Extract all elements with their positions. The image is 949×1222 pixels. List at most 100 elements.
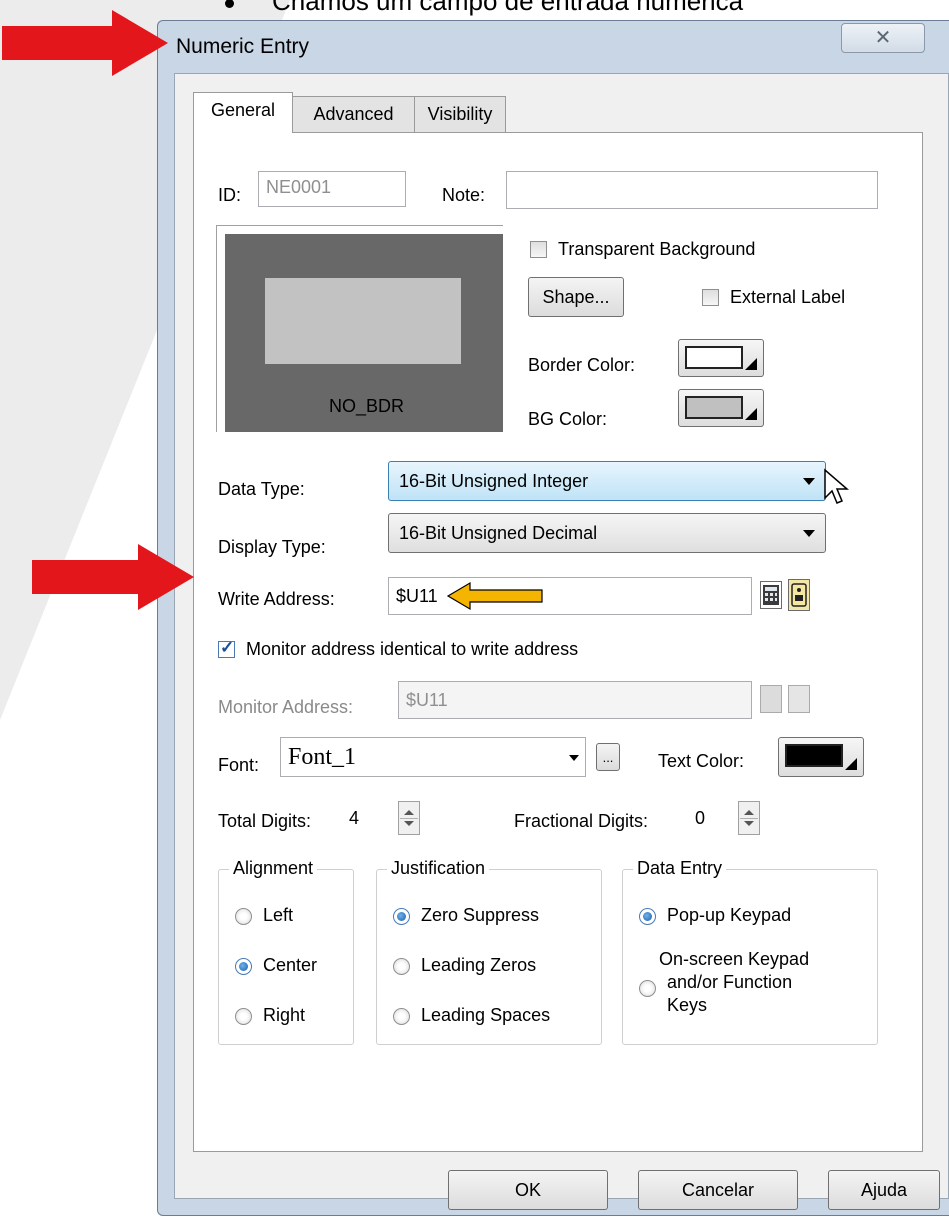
justification-leading-spaces-label: Leading Spaces xyxy=(421,1005,551,1025)
alignment-right-radio[interactable] xyxy=(235,1008,252,1025)
tag-browse-icon-disabled[interactable] xyxy=(788,685,810,713)
tag-browse-icon[interactable] xyxy=(788,579,810,611)
monitor-address-label: Monitor Address: xyxy=(218,697,354,717)
external-label-label: External Label xyxy=(730,287,846,307)
display-type-label: Display Type: xyxy=(218,537,326,557)
title-bar: Numeric Entry ✕ xyxy=(158,21,949,73)
dialog-body: General Advanced Visibility ID: NE0001 N… xyxy=(174,73,949,1210)
preview-label: NO_BDR xyxy=(329,396,405,416)
total-digits-input[interactable]: 4 xyxy=(342,799,392,837)
monitor-identical-label: Monitor address identical to write addre… xyxy=(246,639,579,659)
chevron-down-icon xyxy=(569,755,579,761)
data-type-value: 16-Bit Unsigned Integer xyxy=(399,470,589,491)
justification-title: Justification xyxy=(387,858,490,879)
justification-zero-suppress-label: Zero Suppress xyxy=(421,905,540,925)
alignment-center-radio[interactable] xyxy=(235,958,252,975)
data-entry-title: Data Entry xyxy=(633,858,727,879)
help-button[interactable]: Ajuda xyxy=(828,1170,940,1210)
tab-visibility-label: Visibility xyxy=(427,104,493,124)
dropdown-triangle-icon xyxy=(845,758,857,770)
close-icon: ✕ xyxy=(874,27,892,49)
calculator-icon-disabled[interactable] xyxy=(760,685,782,713)
checkmark-icon: ✓ xyxy=(220,638,235,657)
data-entry-popup-keypad-label: Pop-up Keypad xyxy=(667,905,792,925)
alignment-title: Alignment xyxy=(229,858,318,879)
bg-color-label: BG Color: xyxy=(528,409,608,429)
id-input[interactable]: NE0001 xyxy=(258,171,406,207)
shape-button[interactable]: Shape... xyxy=(528,277,624,317)
border-color-picker[interactable] xyxy=(678,339,764,377)
bg-color-picker[interactable] xyxy=(678,389,764,427)
justification-group: Justification Zero Suppress Leading Zero… xyxy=(376,858,602,1045)
ok-button[interactable]: OK xyxy=(448,1170,608,1210)
preview-numeric-box xyxy=(265,278,461,364)
justification-zero-suppress-radio[interactable] xyxy=(393,908,410,925)
tab-general[interactable]: General xyxy=(193,92,293,133)
tab-general-label: General xyxy=(210,100,276,120)
justification-leading-zeros-radio[interactable] xyxy=(393,958,410,975)
fractional-digits-input[interactable]: 0 xyxy=(688,799,728,837)
justification-leading-spaces-radio[interactable] xyxy=(393,1008,410,1025)
tab-advanced[interactable]: Advanced xyxy=(292,96,415,132)
text-color-swatch xyxy=(785,744,843,767)
write-address-label: Write Address: xyxy=(218,589,335,609)
data-type-label: Data Type: xyxy=(218,479,305,499)
data-entry-onscreen-keypad-label: On-screen Keypad and/or Function Keys xyxy=(659,948,809,1017)
text-color-picker[interactable] xyxy=(778,737,864,777)
red-arrow-title-indicator xyxy=(2,10,168,76)
chevron-down-icon xyxy=(803,478,815,485)
justification-leading-zeros-label: Leading Zeros xyxy=(421,955,537,975)
font-value: Font_1 xyxy=(288,744,357,770)
bg-color-swatch xyxy=(685,396,743,419)
close-button[interactable]: ✕ xyxy=(841,23,925,53)
onscreen-line-2: and/or Function xyxy=(667,972,793,992)
dropdown-triangle-icon xyxy=(745,358,757,370)
write-address-input[interactable]: $U11 xyxy=(388,577,752,615)
preview-frame: NO_BDR xyxy=(216,225,503,432)
monitor-identical-checkbox[interactable]: ✓ xyxy=(218,638,235,658)
dropdown-triangle-icon xyxy=(745,408,757,420)
note-label: Note: xyxy=(442,185,486,205)
external-label-checkbox[interactable] xyxy=(702,289,719,306)
transparent-background-checkbox[interactable] xyxy=(530,241,547,258)
general-tab-panel: ID: NE0001 Note: NO_BDR Transparent Back… xyxy=(193,132,923,1152)
border-color-label: Border Color: xyxy=(528,355,636,375)
font-browse-button[interactable]: ... xyxy=(596,743,620,771)
total-digits-label: Total Digits: xyxy=(218,811,312,831)
dialog-title: Numeric Entry xyxy=(176,35,310,58)
display-type-value: 16-Bit Unsigned Decimal xyxy=(399,522,598,543)
bullet-icon xyxy=(225,0,234,8)
preview-border-area: NO_BDR xyxy=(225,234,503,432)
note-input[interactable] xyxy=(506,171,878,209)
alignment-center-label: Center xyxy=(263,955,318,975)
id-label: ID: xyxy=(218,185,242,205)
mouse-cursor-icon xyxy=(824,468,850,504)
data-entry-popup-keypad-radio[interactable] xyxy=(639,908,656,925)
monitor-address-input[interactable]: $U11 xyxy=(398,681,752,719)
font-select[interactable]: Font_1 xyxy=(280,737,586,777)
numeric-entry-dialog: Numeric Entry ✕ General Advanced Visibil… xyxy=(157,20,949,1216)
fractional-digits-label: Fractional Digits: xyxy=(514,811,649,831)
slide-caption: Chamos um campo de entrada numérica xyxy=(225,0,743,17)
text-color-label: Text Color: xyxy=(658,751,745,771)
fractional-digits-spinner[interactable] xyxy=(738,801,760,835)
red-arrow-write-address-indicator xyxy=(32,544,194,610)
onscreen-line-3: Keys xyxy=(667,995,708,1015)
alignment-right-label: Right xyxy=(263,1005,306,1025)
chevron-down-icon xyxy=(803,530,815,537)
slide-caption-text: Chamos um campo de entrada numérica xyxy=(272,0,744,16)
yellow-arrow-indicator xyxy=(446,581,543,611)
tab-visibility[interactable]: Visibility xyxy=(414,96,506,132)
font-label: Font: xyxy=(218,755,260,775)
display-type-select[interactable]: 16-Bit Unsigned Decimal xyxy=(388,513,826,553)
alignment-left-radio[interactable] xyxy=(235,908,252,925)
transparent-background-label: Transparent Background xyxy=(558,239,756,259)
cancel-button[interactable]: Cancelar xyxy=(638,1170,798,1210)
border-color-swatch xyxy=(685,346,743,369)
onscreen-line-1: On-screen Keypad xyxy=(659,949,810,969)
calculator-icon[interactable] xyxy=(760,581,782,609)
data-entry-onscreen-keypad-radio[interactable] xyxy=(639,980,656,997)
total-digits-spinner[interactable] xyxy=(398,801,420,835)
data-type-select[interactable]: 16-Bit Unsigned Integer xyxy=(388,461,826,501)
tab-advanced-label: Advanced xyxy=(313,104,394,124)
